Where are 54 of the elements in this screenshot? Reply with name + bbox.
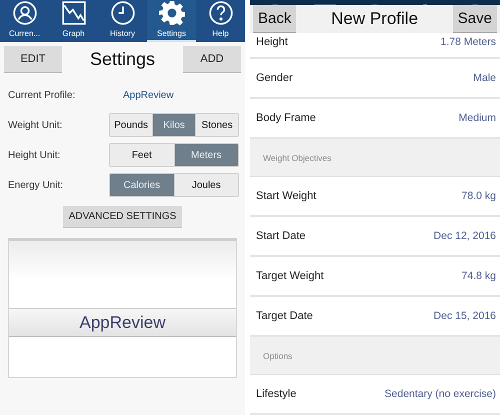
- profile-field-row[interactable]: Target Weight 74.8 kg: [250, 257, 500, 297]
- help-icon: [208, 0, 234, 26]
- profile-field-row[interactable]: Start Date Dec 12, 2016: [250, 217, 500, 257]
- profile-field-row[interactable]: Lifestyle Sedentary (no exercise): [250, 375, 500, 415]
- field-label: Energy Unit:: [8, 180, 64, 190]
- unit-option[interactable]: Calories: [110, 174, 175, 196]
- screen-title: Settings: [90, 48, 156, 70]
- field-label: Body Frame: [256, 112, 316, 124]
- profile-field-row[interactable]: Height 1.78 Meters: [250, 33, 500, 59]
- field-value: 78.0 kg: [462, 190, 496, 202]
- field-label: Target Weight: [256, 270, 324, 282]
- field-label: Start Weight: [256, 190, 316, 202]
- unit-option[interactable]: Meters: [174, 144, 238, 166]
- field-value: 74.8 kg: [462, 270, 496, 282]
- section-title: Weight Objectives: [263, 152, 332, 162]
- nav-tab[interactable]: Graph: [49, 0, 98, 42]
- field-value: Dec 15, 2016: [434, 310, 496, 322]
- nav-tab[interactable]: Settings: [147, 0, 196, 42]
- advanced-settings-button[interactable]: ADVANCED SETTINGS: [62, 206, 182, 228]
- nav-tab[interactable]: History: [98, 0, 147, 42]
- profile-icon: [12, 0, 38, 26]
- field-label: Target Date: [256, 310, 313, 322]
- profile-field-row[interactable]: Gender Male: [250, 59, 500, 99]
- edit-button[interactable]: EDIT: [4, 46, 62, 72]
- field-value: Sedentary (no exercise): [384, 388, 496, 400]
- save-button[interactable]: Save: [452, 5, 497, 33]
- field-label: Gender: [256, 72, 293, 84]
- field-label: Current Profile:: [8, 90, 76, 100]
- add-button[interactable]: ADD: [182, 46, 241, 72]
- graph-icon: [60, 0, 86, 26]
- nav-tab[interactable]: Curren...: [0, 0, 49, 42]
- field-label: Weight Unit:: [8, 120, 64, 130]
- profile-item[interactable]: AppReview: [9, 308, 236, 337]
- field-label: Height: [256, 36, 288, 48]
- profile-field-row[interactable]: Start Weight 78.0 kg: [250, 177, 500, 217]
- settings-icon: [158, 0, 184, 26]
- field-value: Dec 12, 2016: [434, 230, 496, 242]
- field-label: Height Unit:: [8, 150, 62, 160]
- field-value: 1.78 Meters: [440, 36, 496, 48]
- unit-option[interactable]: Joules: [174, 174, 238, 196]
- unit-option[interactable]: Pounds: [110, 114, 154, 136]
- unit-option[interactable]: Stones: [196, 114, 238, 136]
- section-title: Options: [263, 350, 292, 360]
- field-label: Lifestyle: [256, 388, 296, 400]
- field-label: Start Date: [256, 230, 306, 242]
- screen-title: New Profile: [331, 9, 418, 29]
- field-value: Male: [473, 72, 496, 84]
- nav-tab[interactable]: Help: [196, 0, 245, 42]
- back-button[interactable]: Back: [253, 5, 296, 33]
- unit-option[interactable]: Feet: [110, 144, 175, 166]
- unit-option[interactable]: Kilos: [153, 114, 196, 136]
- field-value: Medium: [458, 112, 496, 124]
- profile-name: AppReview: [123, 90, 174, 100]
- clock-icon: [110, 0, 136, 26]
